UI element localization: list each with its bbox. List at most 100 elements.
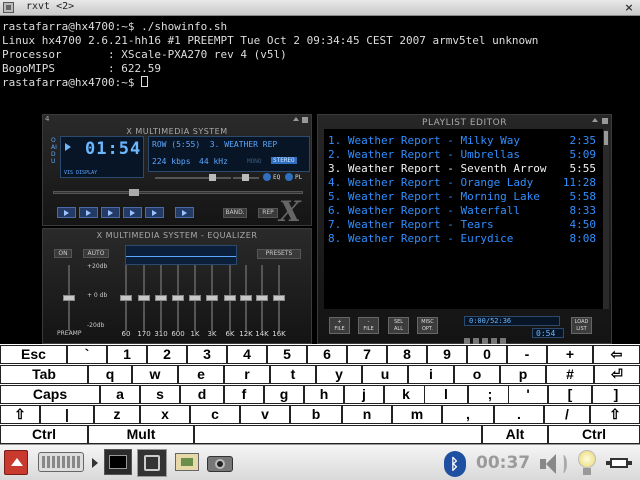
key[interactable]: m — [392, 405, 442, 424]
playlist-item[interactable]: 3. Weather Report - Seventh Arrow 5:55 — [328, 162, 596, 176]
volume-knob[interactable] — [209, 174, 216, 181]
add-file-button[interactable]: + FILE — [329, 317, 350, 334]
playlist-item[interactable]: 5. Weather Report - Morning Lake 5:58 — [328, 190, 596, 204]
key[interactable]: 7 — [347, 345, 387, 364]
slider-knob[interactable] — [256, 295, 268, 301]
shade-icon[interactable] — [293, 117, 299, 121]
eq-band-slider-600[interactable] — [171, 265, 185, 331]
key[interactable]: + — [547, 345, 593, 364]
key[interactable]: k — [384, 385, 428, 404]
key[interactable]: l — [424, 385, 468, 404]
playlist-item[interactable]: 4. Weather Report - Orange Lady 11:28 — [328, 176, 596, 190]
window-titlebar[interactable]: rxvt <2> × — [0, 0, 640, 16]
presets-button[interactable]: PRESETS — [257, 249, 301, 259]
next-button[interactable] — [145, 207, 164, 218]
camera-icon[interactable] — [205, 449, 235, 475]
volume-icon[interactable] — [540, 453, 570, 475]
key[interactable]: ' — [508, 385, 548, 404]
eq-band-slider-16k[interactable] — [272, 265, 286, 331]
key[interactable]: ⇦ — [593, 345, 640, 364]
key[interactable]: 0 — [467, 345, 507, 364]
playlist-scrollbar[interactable] — [603, 129, 609, 309]
eq-band-slider-12k[interactable] — [239, 265, 253, 331]
playlist-item[interactable]: 2. Weather Report - Umbrellas 5:09 — [328, 148, 596, 162]
key[interactable]: Esc — [0, 345, 67, 364]
key[interactable]: s — [140, 385, 180, 404]
key[interactable]: b — [290, 405, 342, 424]
key[interactable]: Ctrl — [548, 425, 640, 444]
close-icon[interactable] — [602, 118, 608, 124]
pause-button[interactable] — [101, 207, 120, 218]
slider-knob[interactable] — [240, 295, 252, 301]
close-icon[interactable] — [302, 117, 308, 123]
key[interactable]: # — [546, 365, 594, 384]
key[interactable]: . — [494, 405, 544, 424]
time-display[interactable]: 01:54 VIS DISPLAY — [60, 136, 144, 178]
battery-icon[interactable] — [606, 455, 636, 471]
song-title-scroll[interactable]: ROW (5:55) 3. WEATHER REP — [152, 140, 277, 149]
key[interactable]: z — [94, 405, 140, 424]
side-clutterbar[interactable]: OAIDU — [51, 137, 57, 165]
key[interactable]: d — [180, 385, 224, 404]
eq-band-slider-3k[interactable] — [205, 265, 219, 331]
eq-band-slider-14k[interactable] — [255, 265, 269, 331]
key[interactable]: g — [264, 385, 304, 404]
band-button[interactable]: BAND. — [223, 208, 247, 218]
eq-band-slider-1k[interactable] — [188, 265, 202, 331]
key[interactable]: v — [240, 405, 290, 424]
key[interactable]: i — [408, 365, 454, 384]
key[interactable]: 5 — [267, 345, 307, 364]
select-all-button[interactable]: SEL ALL — [388, 317, 409, 334]
seek-bar[interactable] — [53, 191, 303, 194]
menu-4-icon[interactable]: 4 — [45, 115, 49, 123]
play-button[interactable] — [79, 207, 98, 218]
key[interactable]: Ctrl — [0, 425, 88, 444]
eq-band-slider-60[interactable] — [119, 265, 133, 331]
eject-button[interactable] — [175, 207, 194, 218]
window-menu-icon[interactable] — [3, 2, 14, 13]
key[interactable]: j — [344, 385, 384, 404]
key[interactable]: w — [132, 365, 178, 384]
key[interactable]: y — [316, 365, 362, 384]
playlist-item[interactable]: 1. Weather Report - Milky Way 2:35 — [328, 134, 596, 148]
eq-auto-button[interactable]: AUTO — [83, 249, 109, 258]
eq-band-slider-310[interactable] — [154, 265, 168, 331]
key[interactable]: | — [40, 405, 94, 424]
key[interactable]: 9 — [427, 345, 467, 364]
terminal-icon[interactable] — [104, 449, 132, 475]
eq-toggle[interactable] — [263, 173, 271, 181]
eq-on-button[interactable]: ON — [54, 249, 72, 258]
key[interactable]: ⇧ — [0, 405, 40, 424]
key-space[interactable] — [194, 425, 482, 444]
key[interactable]: q — [88, 365, 132, 384]
key[interactable]: 1 — [107, 345, 147, 364]
key[interactable]: , — [442, 405, 494, 424]
key[interactable]: - — [507, 345, 547, 364]
terminal-area[interactable]: rastafarra@hx4700:~$ ./showinfo.sh Linux… — [0, 17, 640, 344]
key[interactable]: Alt — [482, 425, 548, 444]
key[interactable]: r — [224, 365, 270, 384]
misc-options-button[interactable]: MISC OPT. — [417, 317, 438, 334]
volume-slider[interactable] — [155, 177, 231, 179]
key[interactable]: e — [178, 365, 224, 384]
key[interactable]: Mult — [88, 425, 194, 444]
slider-knob[interactable] — [224, 295, 236, 301]
slider-knob[interactable] — [138, 295, 150, 301]
key[interactable]: a — [100, 385, 140, 404]
key[interactable]: t — [270, 365, 316, 384]
balance-knob[interactable] — [242, 174, 249, 181]
slider-knob[interactable] — [189, 295, 201, 301]
key[interactable]: ` — [67, 345, 107, 364]
playlist-item[interactable]: 7. Weather Report - Tears 4:50 — [328, 218, 596, 232]
slider-knob[interactable] — [172, 295, 184, 301]
slider-knob[interactable] — [273, 295, 285, 301]
stop-button[interactable] — [123, 207, 142, 218]
menu-icon[interactable] — [4, 450, 28, 475]
repeat-button[interactable]: REP — [258, 208, 278, 218]
preamp-slider[interactable] — [62, 265, 76, 331]
key[interactable]: 4 — [227, 345, 267, 364]
xmms-icon[interactable] — [137, 449, 167, 477]
key[interactable]: Tab — [0, 365, 88, 384]
xmms-logo[interactable]: X — [279, 195, 301, 228]
key[interactable]: Caps — [0, 385, 100, 404]
